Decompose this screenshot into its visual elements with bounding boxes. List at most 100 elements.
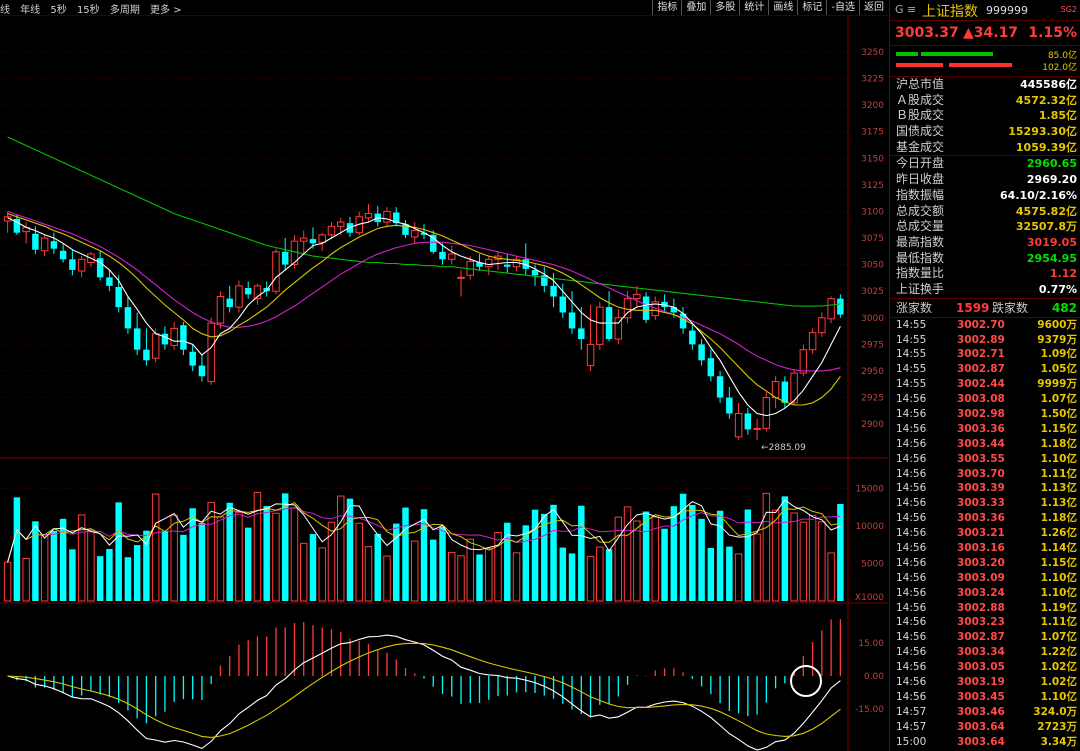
tick-price: 3002.71 — [957, 348, 1005, 361]
tick-row: 14:57 3003.46 324.0万 — [890, 705, 1080, 720]
candle-body — [568, 312, 576, 329]
volume-bar — [272, 512, 280, 602]
candle-body — [448, 253, 456, 260]
volume-bar — [420, 509, 428, 601]
stat-value: 4572.32亿 — [1015, 93, 1077, 107]
tick-amount: 324.0万 — [1033, 705, 1077, 718]
volume-bar — [439, 526, 446, 601]
tick-time: 14:56 — [896, 571, 927, 584]
down-count-label: 跌家数 — [992, 300, 1029, 315]
price-tick-label: 2900 — [861, 420, 884, 430]
instrument-name: 上证指数 — [922, 4, 978, 20]
price-tick-label: 2950 — [861, 367, 884, 377]
volume-bar — [457, 555, 465, 602]
candle-body — [244, 288, 252, 295]
tick-row: 14:56 3003.39 1.13亿 — [890, 481, 1080, 496]
candle-body — [762, 397, 771, 429]
tick-price: 3002.88 — [957, 601, 1005, 614]
tick-list[interactable]: 14:55 3002.70 9600万 14:55 3002.89 9379万 14:55 3… — [890, 318, 1080, 750]
volume-bar — [87, 529, 95, 602]
tick-time: 14:56 — [896, 467, 927, 480]
stat-label: Ａ股成交 — [896, 92, 945, 107]
down-count: 482 — [1051, 300, 1077, 315]
stat-label: 指数量比 — [896, 266, 945, 281]
watchlist-button[interactable]: -自选 — [826, 0, 859, 15]
volume-bar — [170, 514, 178, 602]
volume-bar — [596, 546, 604, 602]
volume-bar — [336, 495, 345, 602]
volume-bar — [115, 502, 122, 601]
mark-button[interactable]: 标记 — [797, 0, 826, 15]
candle-body — [115, 286, 122, 308]
tick-price: 3002.89 — [957, 333, 1005, 346]
volume-bar — [753, 533, 761, 602]
tick-price: 3003.16 — [957, 541, 1005, 554]
stat-row: 今日开盘 2960.65 — [890, 156, 1080, 172]
tick-price: 3003.64 — [957, 735, 1005, 748]
candle-body — [272, 251, 280, 292]
volume-bar — [309, 534, 317, 601]
menu-icon[interactable]: G ≡ — [895, 3, 916, 16]
volume-bar — [263, 506, 270, 601]
candle-body — [364, 213, 373, 219]
last-price: 3003.37 — [895, 25, 959, 41]
stat-value: 2954.95 — [1026, 251, 1077, 265]
tab-more[interactable]: 更多 > — [150, 5, 182, 16]
tab-multi-period[interactable]: 多周期 — [110, 5, 140, 16]
tick-amount: 1.50亿 — [1040, 407, 1077, 420]
overlay-button[interactable]: 叠加 — [681, 0, 710, 15]
stat-value: 15293.30亿 — [1008, 125, 1077, 139]
candle-body — [124, 307, 132, 329]
stat-value: 1059.39亿 — [1015, 140, 1077, 154]
tick-price: 3003.21 — [957, 527, 1005, 540]
volume-tick-label: 15000 — [855, 485, 884, 495]
candle-body — [457, 276, 465, 279]
change-percent: 1.15% — [1028, 25, 1077, 41]
tick-amount: 1.10亿 — [1040, 571, 1077, 584]
multi-stock-button[interactable]: 多股 — [710, 0, 739, 15]
tab-15s[interactable]: 15秒 — [77, 5, 100, 16]
tick-time: 14:56 — [896, 497, 927, 510]
tab-line[interactable]: 线 — [0, 5, 10, 16]
kline-chart[interactable]: 3250 3225 3200 3175 3150 3125 3100 3075 3050 3025… — [0, 16, 888, 751]
stat-label: 最低指数 — [896, 250, 945, 265]
candle-body — [151, 333, 160, 359]
candle-body — [781, 381, 789, 403]
tick-time: 14:56 — [896, 616, 927, 629]
candle-body — [689, 330, 696, 345]
volume-bar — [96, 556, 104, 601]
volume-bar — [698, 518, 705, 601]
statistics-button[interactable]: 统计 — [739, 0, 768, 15]
stat-value: 64.10/2.16% — [1000, 188, 1077, 202]
volume-tick-label: 5000 — [861, 560, 884, 570]
tab-year[interactable]: 年线 — [20, 5, 40, 16]
market-summary: 沪总市值 445586亿 Ａ股成交 4572.32亿 Ｂ股成交 1.85亿 国债成交 1529… — [890, 77, 1080, 157]
indicator-button[interactable]: 指标 — [652, 0, 681, 15]
tick-price: 3003.34 — [957, 646, 1005, 659]
draw-line-button[interactable]: 画线 — [768, 0, 797, 15]
tick-time: 14:56 — [896, 601, 927, 614]
tick-amount: 1.15亿 — [1040, 422, 1077, 435]
volume-bar — [734, 553, 743, 602]
candle-body — [69, 259, 76, 270]
candle-body — [336, 221, 345, 227]
volume-bar — [808, 514, 817, 602]
stat-row: 上证换手 0.77% — [890, 282, 1080, 298]
tick-time: 14:56 — [896, 646, 927, 659]
candle-body — [716, 376, 724, 398]
tick-price: 3003.33 — [957, 497, 1005, 510]
volume-bar — [299, 542, 308, 602]
tab-5s[interactable]: 5秒 — [50, 5, 66, 16]
volume-bar — [476, 554, 483, 601]
tick-time: 14:56 — [896, 452, 927, 465]
volume-bar — [790, 512, 798, 602]
volume-bar — [151, 493, 160, 602]
back-button[interactable]: 返回 — [859, 0, 888, 15]
price-tick-label: 3250 — [861, 48, 884, 58]
volume-bar — [106, 549, 113, 601]
tick-row: 14:56 3003.33 1.13亿 — [890, 496, 1080, 511]
tick-row: 15:00 3003.64 3.34万 — [890, 735, 1080, 750]
volume-bar — [133, 545, 141, 601]
tick-amount: 1.15亿 — [1040, 556, 1077, 569]
volume-bar — [531, 509, 539, 601]
